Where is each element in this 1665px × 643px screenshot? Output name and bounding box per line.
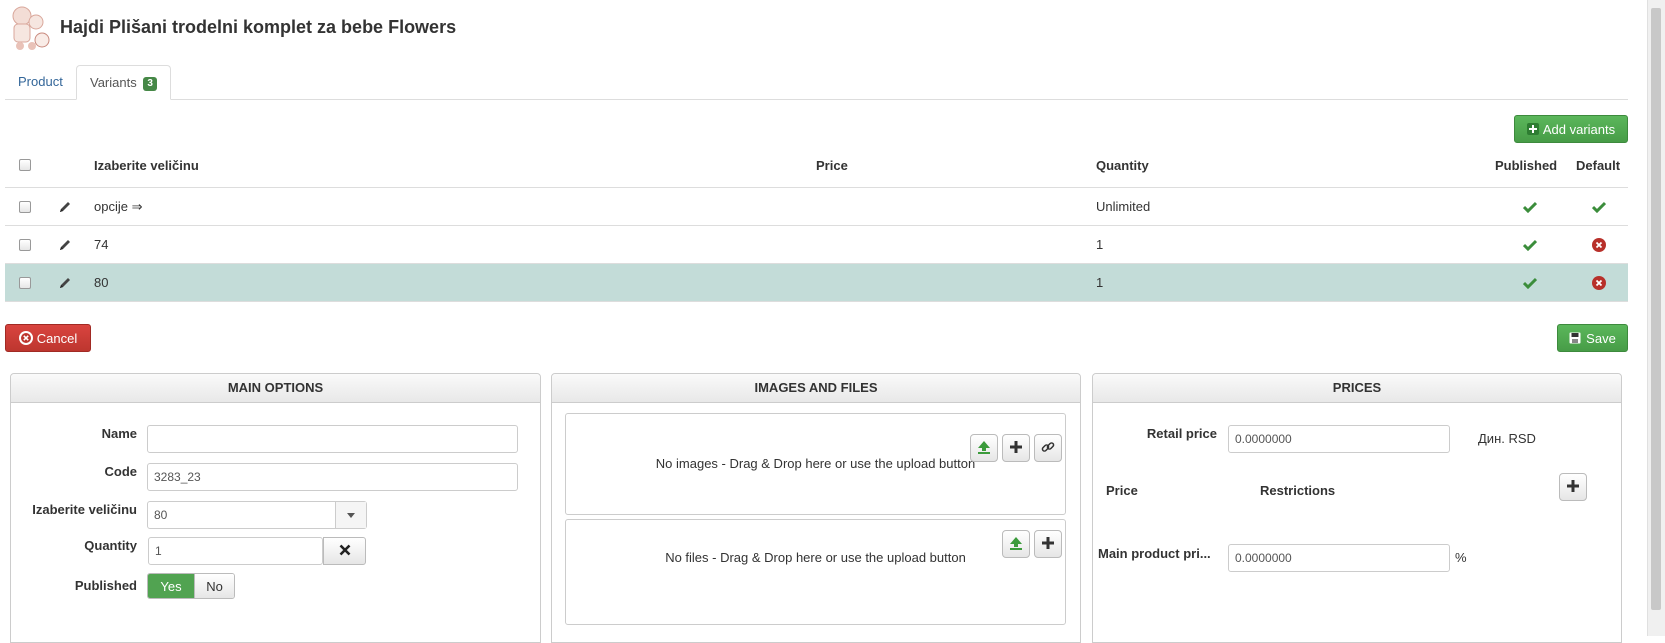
images-files-heading: IMAGES AND FILES [552,374,1080,403]
code-field[interactable]: 3283_23 [147,463,518,491]
currency-label: Дин. RSD [1478,431,1536,446]
link-image-button[interactable] [1034,434,1062,462]
variants-count-badge: 3 [143,77,157,91]
retail-price-label: Retail price [1146,426,1217,441]
main-options-panel: MAIN OPTIONS Name Code 3283_23 Izaberite… [10,373,541,643]
cancel-button[interactable]: Cancel [5,324,91,352]
plus-icon [1566,479,1580,496]
upload-icon [1008,535,1024,554]
product-logo [8,4,52,52]
prices-heading: PRICES [1093,374,1621,403]
images-files-panel: IMAGES AND FILES No images - Drag & Drop… [551,373,1081,643]
quantity-label: Quantity [84,538,137,553]
edit-icon[interactable] [58,264,72,301]
tab-variants-label: Variants [90,75,137,90]
default-check-icon[interactable] [1592,188,1606,225]
name-label: Name [101,426,137,441]
plus-icon [1526,123,1539,135]
column-header-size[interactable]: Izaberite veličinu [94,147,199,183]
cancel-label: Cancel [36,330,78,346]
row-size: 74 [94,237,109,252]
size-select-value: 80 [154,508,168,522]
row-quantity: Unlimited [1096,199,1151,214]
column-header-published[interactable]: Published [1495,147,1557,183]
chevron-down-icon [335,502,366,528]
edit-icon[interactable] [58,188,72,225]
size-select[interactable]: 80 [147,501,367,529]
add-file-button[interactable] [1034,530,1062,558]
row-quantity: 1 [1096,237,1104,252]
column-header-default[interactable]: Default [1576,147,1620,183]
tab-bar: Product Variants 3 [5,65,1628,100]
code-label: Code [104,464,138,479]
save-label: Save [1586,330,1616,346]
published-check-icon[interactable] [1523,226,1537,263]
row-checkbox[interactable] [19,226,31,263]
row-size: 80 [94,275,109,290]
table-bottom-border [5,301,1628,302]
published-check-icon[interactable] [1523,264,1537,301]
published-toggle: Yes No [147,573,235,599]
column-header-quantity[interactable]: Quantity [1096,147,1149,183]
plus-icon [1009,440,1023,457]
clear-quantity-button[interactable] [323,537,366,565]
tab-variants[interactable]: Variants 3 [76,65,171,100]
link-icon [1041,440,1055,457]
percent-sign: % [1455,550,1467,565]
retail-price-field[interactable]: 0.0000000 [1228,425,1450,453]
published-yes-button[interactable]: Yes [148,574,194,598]
upload-file-button[interactable] [1002,530,1030,558]
table-row[interactable]: 80 1 [5,263,1628,301]
upload-icon [976,439,992,458]
add-image-button[interactable] [1002,434,1030,462]
not-default-icon[interactable] [1592,226,1606,263]
table-row[interactable]: opcije ⇒ Unlimited [5,187,1628,225]
upload-image-button[interactable] [970,434,998,462]
page-title: Hajdi Plišani trodelni komplet za bebe F… [60,16,457,37]
published-no-button[interactable]: No [194,574,234,598]
quantity-field[interactable]: 1 [148,537,323,565]
row-checkbox[interactable] [19,188,31,225]
table-row[interactable]: 74 1 [5,225,1628,263]
name-field[interactable] [147,425,518,453]
save-icon [1569,332,1581,344]
tab-product-label: Product [18,74,63,89]
save-button[interactable]: Save [1557,324,1628,352]
edit-icon[interactable] [58,226,72,263]
select-all-checkbox[interactable] [19,147,31,183]
not-default-icon[interactable] [1592,264,1606,301]
images-dropzone[interactable]: No images - Drag & Drop here or use the … [565,413,1066,515]
column-header-price[interactable]: Price [816,147,848,183]
variants-table-header: Izaberite veličinu Price Quantity Publis… [5,147,1628,183]
price-column-header: Price [1106,483,1138,498]
published-check-icon[interactable] [1523,188,1537,225]
close-icon [339,544,351,559]
cancel-icon [18,331,33,345]
scrollbar-thumb[interactable] [1651,8,1661,610]
row-checkbox[interactable] [19,264,31,301]
tab-product[interactable]: Product [5,65,76,99]
add-variants-button[interactable]: Add variants [1514,115,1628,143]
published-label: Published [74,578,137,593]
add-price-button[interactable] [1559,473,1587,501]
main-options-heading: MAIN OPTIONS [11,374,540,403]
row-size: opcije ⇒ [94,198,143,214]
page-header: Hajdi Plišani trodelni komplet za bebe F… [8,2,456,54]
restrictions-column-header: Restrictions [1260,483,1336,498]
add-variants-label: Add variants [1542,121,1616,137]
page-scrollbar[interactable] [1647,0,1665,636]
files-dropzone-text: No files - Drag & Drop here or use the u… [665,550,966,565]
size-label: Izaberite veličinu [32,502,137,517]
main-product-price-field[interactable]: 0.0000000 [1228,544,1450,572]
files-dropzone[interactable]: No files - Drag & Drop here or use the u… [565,519,1066,625]
main-product-price-label: Main product pri... [1098,546,1211,561]
prices-panel: PRICES Retail price 0.0000000 Дин. RSD P… [1092,373,1622,643]
plus-icon [1041,536,1055,553]
row-quantity: 1 [1096,275,1104,290]
